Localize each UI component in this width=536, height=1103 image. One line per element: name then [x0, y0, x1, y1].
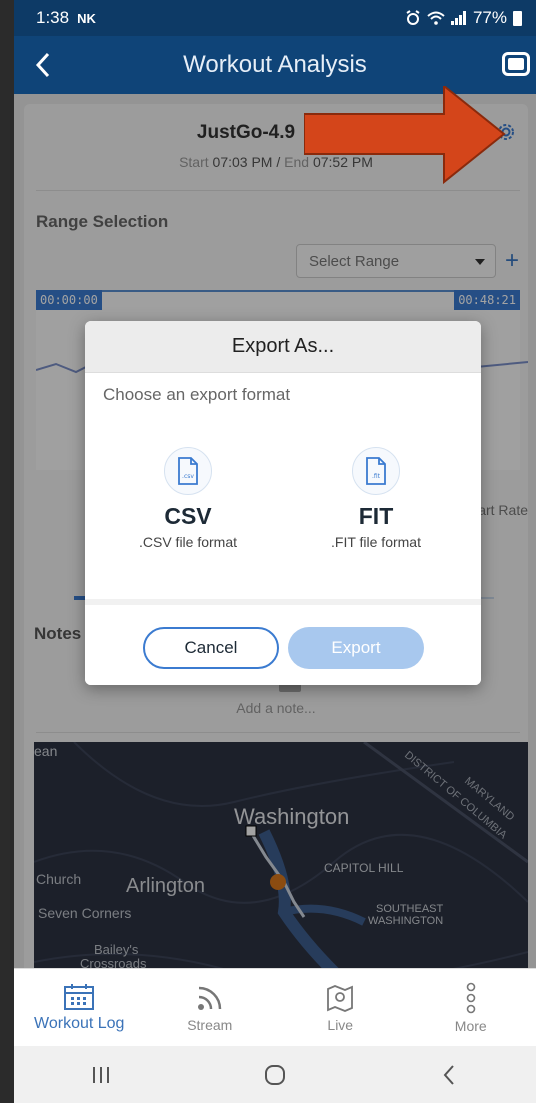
annotation-arrow-icon	[304, 86, 506, 185]
nav-more[interactable]: More	[406, 969, 536, 1046]
bottom-nav: Workout Log Stream Live More	[14, 968, 536, 1046]
fit-file-icon[interactable]: .fit	[352, 447, 400, 495]
more-icon	[466, 982, 476, 1013]
csv-file-icon[interactable]: .csv	[164, 447, 212, 495]
cancel-button[interactable]: Cancel	[143, 627, 279, 669]
fit-icon-text: .fit	[372, 473, 381, 480]
dialog-footer: Cancel Export	[85, 599, 481, 685]
nav-label: More	[454, 1017, 487, 1034]
calendar-icon	[64, 983, 95, 1010]
nav-live[interactable]: Live	[275, 969, 406, 1046]
battery-percent: 77%	[472, 8, 507, 27]
map-icon	[327, 984, 354, 1012]
export-button[interactable]: Export	[288, 627, 424, 669]
csv-icon-text: .csv	[182, 473, 194, 480]
battery-icon	[513, 10, 522, 26]
back-arrow-icon[interactable]	[30, 50, 56, 80]
export-dialog: Export As... Choose an export format .cs…	[85, 321, 481, 685]
page-title: Workout Analysis	[183, 51, 367, 78]
screen-toggle-icon[interactable]	[502, 52, 530, 76]
status-time: 1:38	[36, 8, 70, 27]
format-option-fit[interactable]: .fit FIT .FIT file format	[291, 447, 461, 550]
system-nav-bar	[14, 1046, 536, 1103]
dialog-subtitle: Choose an export format	[103, 385, 291, 404]
rss-icon	[197, 986, 221, 1010]
recent-apps-icon[interactable]	[81, 1062, 121, 1088]
format-name: CSV	[164, 503, 212, 529]
nav-workout-log[interactable]: Workout Log	[14, 969, 145, 1046]
format-name: FIT	[358, 503, 394, 529]
format-desc: .FIT file format	[331, 534, 421, 550]
signal-icon	[450, 11, 466, 25]
nav-label: Workout Log	[34, 1014, 125, 1032]
carrier-badge: NK	[77, 10, 96, 26]
back-icon[interactable]	[429, 1062, 469, 1088]
phone-screen: 1:38 NK 77% Workout Analysis JustGo-4.9 …	[14, 0, 536, 1103]
alarm-icon	[406, 10, 420, 25]
nav-stream[interactable]: Stream	[145, 969, 276, 1046]
nav-label: Stream	[187, 1016, 233, 1033]
dialog-title: Export As...	[85, 321, 481, 373]
status-bar: 1:38 NK 77%	[14, 0, 536, 36]
format-desc: .CSV file format	[138, 534, 238, 550]
wifi-icon	[427, 11, 445, 25]
format-option-csv[interactable]: .csv CSV .CSV file format	[103, 447, 273, 550]
home-icon[interactable]	[255, 1062, 295, 1088]
nav-label: Live	[327, 1016, 354, 1033]
